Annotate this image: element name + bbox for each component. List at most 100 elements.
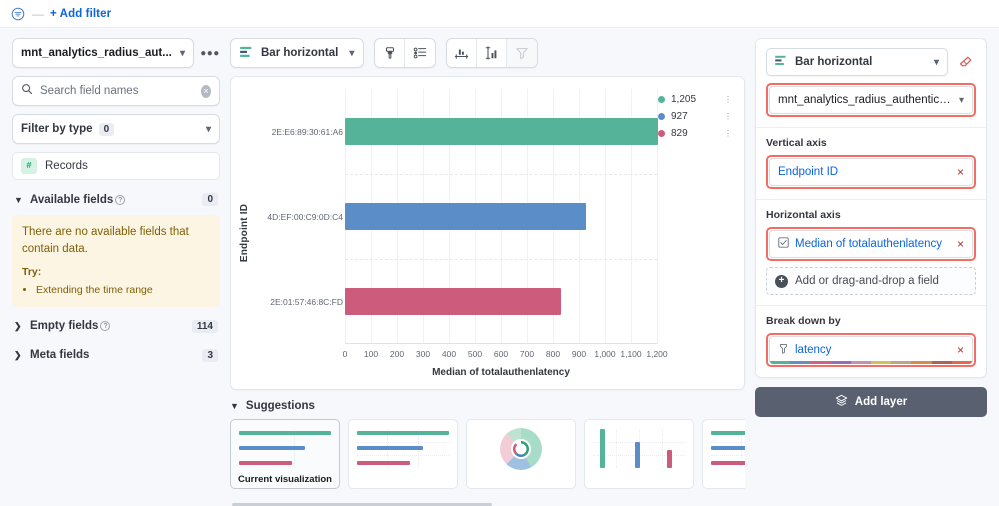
suggestion-item[interactable] [584,419,694,489]
no-fields-message: There are no available fields that conta… [22,226,189,255]
chart-toolbar: Bar horizontal ▾ [230,38,745,68]
x-tick-label: 0 [342,349,348,359]
clear-search-icon[interactable]: × [201,84,211,98]
help-icon[interactable]: ? [115,194,126,205]
filter-icon[interactable] [10,6,26,22]
legend-item[interactable]: 927 ⋮ [658,108,732,125]
palette-swatch [911,361,932,364]
suggestion-thumbnail [711,429,745,468]
remove-vertical-axis-icon[interactable]: × [957,166,964,178]
thumb-bar [666,450,672,468]
more-options-icon[interactable]: ●●● [200,41,220,65]
palette-swatch [770,361,791,364]
legend-item[interactable]: 829 ⋮ [658,125,732,142]
try-label: Try: [22,266,42,279]
legend-item[interactable]: 1,205 ⋮ [658,91,732,108]
plus-circle-icon: + [775,274,788,288]
help-icon[interactable]: ? [100,321,111,332]
vertical-axis-dimension[interactable]: Endpoint ID × [769,158,973,186]
add-layer-label: Add layer [854,396,908,408]
remove-break-down-by-icon[interactable]: × [957,344,964,356]
bar-0[interactable] [345,118,659,145]
palette-swatch [931,361,952,364]
field-search-box[interactable]: × [12,76,220,106]
eraser-icon[interactable] [954,50,976,74]
horizontal-axis-label: Horizontal axis [766,209,841,221]
suggestion-caption: Current visualization [238,474,332,485]
legend-item-menu-icon[interactable]: ⋮ [724,112,732,120]
datasource-select[interactable]: mnt_analytics_radius_aut... ▾ [12,38,194,68]
add-filter-button[interactable]: + Add filter [50,8,111,20]
legend-item-label: 1,205 [671,94,697,105]
x-tick-label: 200 [389,349,405,359]
style-button-group [374,38,437,68]
field-item-records[interactable]: # Records [12,152,220,180]
suggestions-header[interactable]: ▼ Suggestions [230,400,745,412]
available-fields-count: 0 [202,193,218,206]
axis-button-group [446,38,539,68]
meta-fields-count: 3 [202,348,218,362]
available-fields-label: Available fields? [30,194,196,206]
bar-1[interactable] [345,203,587,230]
bar-2[interactable] [345,288,561,315]
horizontal-axis-section: Horizontal axis Median of totalauthenlat… [756,199,986,305]
chevron-down-icon: ▾ [933,56,939,68]
y-tick-label: 2E:E6:89:30:61:A6 [271,126,343,137]
x-axis-title: Median of totalauthenlatency [432,367,570,378]
palette-swatch [830,361,851,364]
break-down-by-label: Break down by [766,315,841,327]
thumb-bar [357,460,411,465]
x-tick-label: 1,000 [594,349,616,359]
palette-swatch [810,361,831,364]
suggestion-item[interactable]: Current visualization [230,419,340,489]
config-visualization-select[interactable]: Bar horizontal ▾ [766,48,948,76]
suggestions-list: Current visualization [230,419,745,491]
chevron-down-icon: ▾ [349,47,355,59]
try-suggestion: Extending the time range [36,283,210,298]
suggestion-item[interactable] [466,419,576,489]
config-datasource-select[interactable]: mnt_analytics_radius_authenticati... ▾ [769,86,973,114]
x-tick-label: 500 [467,349,483,359]
x-tick-label: 1,200 [646,349,668,359]
appearance-button[interactable] [375,39,406,67]
color-palette-preview [770,361,972,364]
thumb-bar [239,446,306,451]
add-layer-button[interactable]: Add layer [755,387,987,417]
legend-item-label: 829 [671,128,688,139]
horizontal-axis-button[interactable] [447,39,478,67]
legend-button[interactable] [405,39,435,67]
lens-editor-app: — + Add filter mnt_analytics_radius_aut.… [0,0,999,506]
suggestion-item[interactable] [702,419,745,489]
break-down-by-dimension[interactable]: latency × [769,336,973,364]
empty-fields-header[interactable]: ❯ Empty fields? 114 [12,317,220,336]
horizontal-axis-dimension[interactable]: Median of totalauthenlatency × [769,230,973,258]
filter-by-type-button[interactable]: Filter by type 0 ▾ [12,114,220,144]
available-fields-header[interactable]: ▼ Available fields? 0 [12,190,220,209]
vertical-axis-button[interactable] [477,39,508,67]
suggestion-thumbnail [239,429,331,468]
secondary-axis-button [507,39,538,67]
datasource-highlight: mnt_analytics_radius_authenticati... ▾ [766,83,976,117]
horizontal-axis-dropzone[interactable]: + Add or drag-and-drop a field [766,267,976,295]
chevron-down-icon: ▾ [205,123,211,135]
legend-item-menu-icon[interactable]: ⋮ [724,129,732,137]
meta-fields-header[interactable]: ❯ Meta fields 3 [12,346,220,365]
x-axis-ticks: 0 100 200 300 400 500 600 700 800 900 1,000 1,100 1,… [342,349,668,363]
search-input[interactable] [40,85,194,97]
visualization-type-select[interactable]: Bar horizontal ▾ [230,38,365,68]
y-axis-ticks: 2E:E6:89:30:61:A6 4D:EF:00:C9:0D:C4 2E:01:… [253,89,343,344]
suggestion-item[interactable] [348,419,458,489]
dropzone-label: Add or drag-and-drop a field [795,275,939,287]
x-tick-label: 700 [519,349,535,359]
thumb-bar [711,431,745,436]
x-tick-label: 800 [545,349,561,359]
remove-horizontal-axis-icon[interactable]: × [957,238,964,250]
x-tick-label: 400 [441,349,457,359]
x-tick-label: 600 [493,349,509,359]
suggestion-thumbnail [357,429,449,468]
legend-item-menu-icon[interactable]: ⋮ [724,95,732,103]
layer-config-card: Bar horizontal ▾ mnt_analytics_radius_au… [755,38,987,378]
chart-panel: Endpoint ID 2E:E6:89:30:61:A6 4D:EF:00:C9… [230,76,745,390]
chevron-down-icon: ▾ [179,47,185,59]
thumb-bar [600,429,606,468]
